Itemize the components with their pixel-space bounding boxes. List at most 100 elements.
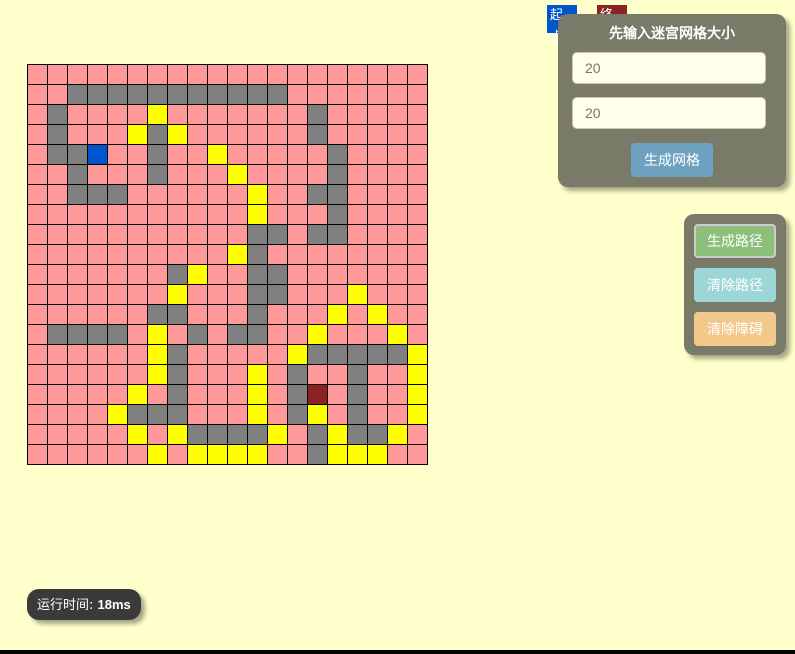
empty-cell[interactable] [148,245,168,265]
empty-cell[interactable] [88,385,108,405]
path-cell[interactable] [148,105,168,125]
empty-cell[interactable] [408,445,428,465]
empty-cell[interactable] [268,185,288,205]
empty-cell[interactable] [308,265,328,285]
empty-cell[interactable] [68,105,88,125]
empty-cell[interactable] [48,205,68,225]
empty-cell[interactable] [108,165,128,185]
path-cell[interactable] [148,325,168,345]
empty-cell[interactable] [388,165,408,185]
empty-cell[interactable] [188,405,208,425]
empty-cell[interactable] [208,65,228,85]
empty-cell[interactable] [88,205,108,225]
empty-cell[interactable] [408,305,428,325]
path-cell[interactable] [348,445,368,465]
empty-cell[interactable] [128,285,148,305]
empty-cell[interactable] [248,105,268,125]
empty-cell[interactable] [348,185,368,205]
wall-cell[interactable] [308,345,328,365]
empty-cell[interactable] [88,225,108,245]
empty-cell[interactable] [168,145,188,165]
path-cell[interactable] [148,365,168,385]
empty-cell[interactable] [48,445,68,465]
path-cell[interactable] [188,265,208,285]
empty-cell[interactable] [148,65,168,85]
wall-cell[interactable] [228,85,248,105]
empty-cell[interactable] [28,205,48,225]
wall-cell[interactable] [48,105,68,125]
empty-cell[interactable] [368,185,388,205]
empty-cell[interactable] [28,105,48,125]
empty-cell[interactable] [368,225,388,245]
empty-cell[interactable] [68,205,88,225]
empty-cell[interactable] [308,245,328,265]
empty-cell[interactable] [28,65,48,85]
path-cell[interactable] [128,125,148,145]
empty-cell[interactable] [268,165,288,185]
wall-cell[interactable] [68,325,88,345]
empty-cell[interactable] [48,285,68,305]
empty-cell[interactable] [268,405,288,425]
empty-cell[interactable] [48,165,68,185]
wall-cell[interactable] [168,405,188,425]
start-cell[interactable] [88,145,108,165]
empty-cell[interactable] [228,405,248,425]
path-cell[interactable] [228,245,248,265]
empty-cell[interactable] [388,385,408,405]
empty-cell[interactable] [188,345,208,365]
empty-cell[interactable] [228,365,248,385]
wall-cell[interactable] [308,225,328,245]
empty-cell[interactable] [188,285,208,305]
empty-cell[interactable] [348,85,368,105]
empty-cell[interactable] [128,65,148,85]
empty-cell[interactable] [28,345,48,365]
empty-cell[interactable] [268,145,288,165]
empty-cell[interactable] [88,65,108,85]
empty-cell[interactable] [248,125,268,145]
empty-cell[interactable] [288,245,308,265]
empty-cell[interactable] [268,365,288,385]
empty-cell[interactable] [108,245,128,265]
wall-cell[interactable] [188,85,208,105]
empty-cell[interactable] [228,305,248,325]
empty-cell[interactable] [288,265,308,285]
empty-cell[interactable] [408,185,428,205]
wall-cell[interactable] [108,185,128,205]
empty-cell[interactable] [408,285,428,305]
empty-cell[interactable] [288,425,308,445]
empty-cell[interactable] [208,245,228,265]
wall-cell[interactable] [308,425,328,445]
empty-cell[interactable] [288,185,308,205]
empty-cell[interactable] [68,245,88,265]
empty-cell[interactable] [188,205,208,225]
wall-cell[interactable] [88,325,108,345]
empty-cell[interactable] [188,65,208,85]
path-cell[interactable] [248,185,268,205]
empty-cell[interactable] [348,145,368,165]
empty-cell[interactable] [168,105,188,125]
path-cell[interactable] [188,445,208,465]
wall-cell[interactable] [208,425,228,445]
empty-cell[interactable] [28,385,48,405]
empty-cell[interactable] [368,65,388,85]
empty-cell[interactable] [368,245,388,265]
empty-cell[interactable] [228,105,248,125]
empty-cell[interactable] [288,285,308,305]
empty-cell[interactable] [168,245,188,265]
empty-cell[interactable] [308,205,328,225]
path-cell[interactable] [348,285,368,305]
empty-cell[interactable] [28,85,48,105]
wall-cell[interactable] [48,125,68,145]
wall-cell[interactable] [348,365,368,385]
empty-cell[interactable] [388,245,408,265]
empty-cell[interactable] [168,325,188,345]
wall-cell[interactable] [68,165,88,185]
empty-cell[interactable] [368,125,388,145]
empty-cell[interactable] [348,105,368,125]
empty-cell[interactable] [128,105,148,125]
empty-cell[interactable] [68,125,88,145]
empty-cell[interactable] [308,65,328,85]
empty-cell[interactable] [88,165,108,185]
wall-cell[interactable] [188,325,208,345]
empty-cell[interactable] [108,225,128,245]
